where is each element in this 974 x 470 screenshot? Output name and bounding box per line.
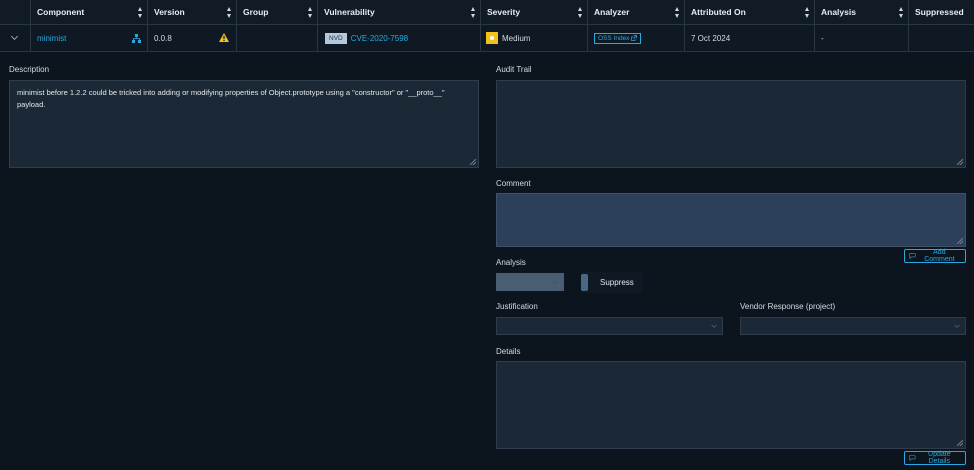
details-label: Details xyxy=(496,347,521,356)
header-expand-column xyxy=(0,0,31,24)
header-vulnerability[interactable]: Vulnerability xyxy=(318,0,481,24)
vendor-response-select[interactable] xyxy=(740,317,966,335)
add-comment-button[interactable]: Add Comment xyxy=(904,249,966,263)
header-attributed-on[interactable]: Attributed On xyxy=(685,0,815,24)
resize-handle-icon[interactable] xyxy=(957,159,963,165)
header-analyzer[interactable]: Analyzer xyxy=(588,0,685,24)
component-link[interactable]: minimist xyxy=(37,34,66,43)
resize-handle-icon[interactable] xyxy=(957,440,963,446)
row-expand-toggle[interactable] xyxy=(0,25,31,51)
severity-medium-icon xyxy=(486,32,498,44)
justification-select[interactable] xyxy=(496,317,723,335)
warning-icon xyxy=(219,33,229,42)
chevron-down-icon xyxy=(954,322,960,329)
audit-trail-label: Audit Trail xyxy=(496,65,532,74)
header-version[interactable]: Version xyxy=(148,0,237,24)
description-label: Description xyxy=(9,65,50,74)
comment-label: Comment xyxy=(496,179,531,188)
vendor-response-label: Vendor Response (project) xyxy=(740,302,836,311)
sort-icon xyxy=(675,7,680,18)
header-severity[interactable]: Severity xyxy=(481,0,588,24)
cell-vulnerability: NVD CVE-2020-7598 xyxy=(318,25,481,51)
sort-icon xyxy=(308,7,313,18)
external-link-icon xyxy=(631,35,638,41)
description-text: minimist before 1.2.2 could be tricked i… xyxy=(17,88,445,109)
vuln-source-badge: NVD xyxy=(325,32,347,44)
header-component[interactable]: Component xyxy=(31,0,148,24)
analysis-label: Analysis xyxy=(496,258,526,267)
sort-icon xyxy=(805,7,810,18)
chevron-down-icon xyxy=(10,32,19,41)
suppress-label: Suppress xyxy=(600,278,634,287)
justification-label: Justification xyxy=(496,302,538,311)
sort-icon xyxy=(227,7,232,18)
details-textarea[interactable] xyxy=(496,361,966,449)
chevron-down-icon xyxy=(711,322,717,329)
resize-handle-icon[interactable] xyxy=(470,159,476,165)
suppress-toggle[interactable] xyxy=(581,274,588,291)
comment-icon xyxy=(909,253,916,259)
update-details-button[interactable]: Update Details xyxy=(904,451,966,465)
analyzer-badge[interactable]: OSS Index xyxy=(594,32,642,44)
vulnerability-link[interactable]: CVE-2020-7598 xyxy=(351,34,408,43)
header-group[interactable]: Group xyxy=(237,0,318,24)
cell-severity: Medium xyxy=(481,25,588,51)
comment-textarea[interactable] xyxy=(496,193,966,247)
table-header: Component Version Group Vulnerability Se… xyxy=(0,0,974,25)
sort-icon xyxy=(578,7,583,18)
cell-version: 0.0.8 xyxy=(148,25,237,51)
cell-component: minimist xyxy=(31,25,148,51)
cell-attributed-on: 7 Oct 2024 xyxy=(685,25,815,51)
analysis-select[interactable] xyxy=(496,273,564,291)
resize-handle-icon[interactable] xyxy=(957,238,963,244)
dependency-graph-icon[interactable] xyxy=(132,34,141,43)
sort-icon xyxy=(899,7,904,18)
cell-group xyxy=(237,25,318,51)
sort-icon xyxy=(138,7,143,18)
suppress-toggle-group: Suppress xyxy=(581,272,643,293)
header-analysis[interactable]: Analysis xyxy=(815,0,909,24)
table-row: minimist 0.0.8 NVD CVE-2020-7598 Medium … xyxy=(0,25,974,52)
comment-icon xyxy=(909,455,916,461)
sort-icon xyxy=(471,7,476,18)
description-textarea[interactable]: minimist before 1.2.2 could be tricked i… xyxy=(9,80,479,168)
header-suppressed[interactable]: Suppressed xyxy=(909,0,974,24)
cell-analysis: - xyxy=(815,25,909,51)
chevron-down-icon xyxy=(552,278,558,285)
audit-trail-textarea[interactable] xyxy=(496,80,966,168)
cell-suppressed xyxy=(909,25,974,51)
cell-analyzer: OSS Index xyxy=(588,25,685,51)
